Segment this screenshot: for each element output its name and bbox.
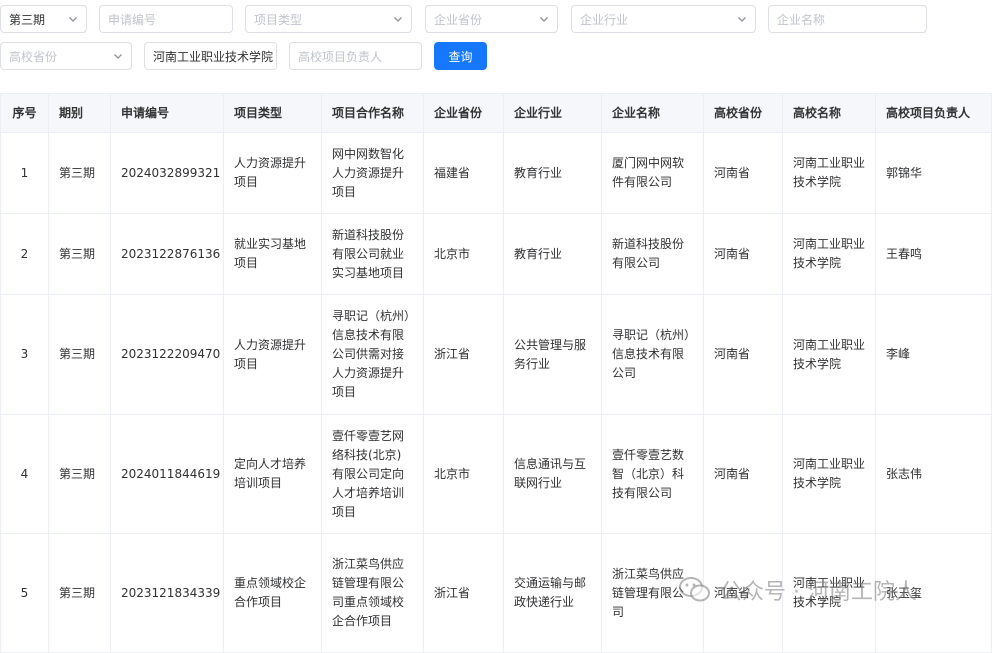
cell-project-name: 浙江菜鸟供应链管理有限公司重点领域校企合作项目 bbox=[321, 533, 424, 653]
cell-application-no: 2023121834339 bbox=[110, 533, 224, 653]
column-header-school-leader[interactable]: 高校项目负责人 bbox=[875, 93, 992, 133]
cell-project-type: 定向人才培养培训项目 bbox=[223, 414, 322, 534]
school-name-value: 河南工业职业技术学院 bbox=[153, 49, 274, 64]
company-province-select[interactable]: 企业省份 bbox=[425, 5, 558, 33]
results-table: 序号 期别 申请编号 项目类型 项目合作名称 企业省份 企业行业 企业名称 高校… bbox=[0, 93, 992, 653]
cell-school-leader: 郭锦华 bbox=[875, 132, 992, 214]
query-button[interactable]: 查询 bbox=[434, 42, 487, 70]
cell-project-name: 壹仟零壹艺网络科技(北京)有限公司定向人才培养培训项目 bbox=[321, 414, 424, 534]
cell-school-province: 河南省 bbox=[703, 132, 783, 214]
cell-company-industry: 信息通讯与互联网行业 bbox=[503, 414, 602, 534]
application-no-placeholder: 申请编号 bbox=[108, 12, 157, 27]
cell-project-name: 新道科技股份有限公司就业实习基地项目 bbox=[321, 213, 424, 295]
cell-school-province: 河南省 bbox=[703, 414, 783, 534]
cell-index: 3 bbox=[0, 294, 49, 415]
cell-company-industry: 教育行业 bbox=[503, 132, 602, 214]
cell-school-leader: 王春鸣 bbox=[875, 213, 992, 295]
cell-school-name: 河南工业职业技术学院 bbox=[782, 533, 876, 653]
cell-project-type: 就业实习基地项目 bbox=[223, 213, 322, 295]
cell-school-name: 河南工业职业技术学院 bbox=[782, 132, 876, 214]
column-header-company-industry[interactable]: 企业行业 bbox=[503, 93, 602, 133]
cell-company-name: 寻职记（杭州）信息技术有限公司 bbox=[601, 294, 704, 415]
cell-company-province: 福建省 bbox=[423, 132, 504, 214]
cell-company-name: 厦门网中网软件有限公司 bbox=[601, 132, 704, 214]
column-header-company-province[interactable]: 企业省份 bbox=[423, 93, 504, 133]
cell-company-industry: 教育行业 bbox=[503, 213, 602, 295]
cell-period: 第三期 bbox=[48, 533, 111, 653]
cell-school-province: 河南省 bbox=[703, 294, 783, 415]
school-province-placeholder: 高校省份 bbox=[9, 49, 58, 64]
cell-school-province: 河南省 bbox=[703, 533, 783, 653]
cell-project-type: 人力资源提升项目 bbox=[223, 294, 322, 415]
company-province-placeholder: 企业省份 bbox=[434, 12, 483, 27]
cell-school-name: 河南工业职业技术学院 bbox=[782, 213, 876, 295]
cell-application-no: 2024011844619 bbox=[110, 414, 224, 534]
cell-company-province: 北京市 bbox=[423, 213, 504, 295]
chevron-down-icon bbox=[737, 14, 747, 24]
cell-company-province: 浙江省 bbox=[423, 533, 504, 653]
cell-index: 1 bbox=[0, 132, 49, 214]
school-leader-placeholder: 高校项目负责人 bbox=[298, 49, 383, 64]
cell-application-no: 2023122876136 bbox=[110, 213, 224, 295]
cell-application-no: 2024032899321 bbox=[110, 132, 224, 214]
table-row[interactable]: 3 第三期 2023122209470 人力资源提升项目 寻职记（杭州）信息技术… bbox=[0, 294, 992, 415]
cell-project-name: 寻职记（杭州）信息技术有限公司供需对接人力资源提升项目 bbox=[321, 294, 424, 415]
chevron-down-icon bbox=[393, 14, 403, 24]
column-header-project-name[interactable]: 项目合作名称 bbox=[321, 93, 424, 133]
company-industry-placeholder: 企业行业 bbox=[580, 12, 629, 27]
cell-company-name: 浙江菜鸟供应链管理有限公司 bbox=[601, 533, 704, 653]
column-header-school-name[interactable]: 高校名称 bbox=[782, 93, 876, 133]
project-type-select[interactable]: 项目类型 bbox=[245, 5, 412, 33]
table-row[interactable]: 4 第三期 2024011844619 定向人才培养培训项目 壹仟零壹艺网络科技… bbox=[0, 414, 992, 534]
cell-company-industry: 交通运输与邮政快递行业 bbox=[503, 533, 602, 653]
table-row[interactable]: 2 第三期 2023122876136 就业实习基地项目 新道科技股份有限公司就… bbox=[0, 213, 992, 295]
cell-index: 4 bbox=[0, 414, 49, 534]
project-type-placeholder: 项目类型 bbox=[254, 12, 303, 27]
cell-school-leader: 李峰 bbox=[875, 294, 992, 415]
cell-project-type: 人力资源提升项目 bbox=[223, 132, 322, 214]
column-header-project-type[interactable]: 项目类型 bbox=[223, 93, 322, 133]
company-name-placeholder: 企业名称 bbox=[777, 12, 826, 27]
column-header-school-province[interactable]: 高校省份 bbox=[703, 93, 783, 133]
cell-project-type: 重点领域校企合作项目 bbox=[223, 533, 322, 653]
company-industry-select[interactable]: 企业行业 bbox=[571, 5, 756, 33]
chevron-down-icon bbox=[68, 14, 78, 24]
cell-company-name: 新道科技股份有限公司 bbox=[601, 213, 704, 295]
cell-index: 2 bbox=[0, 213, 49, 295]
period-select-value: 第三期 bbox=[9, 12, 46, 27]
company-name-input[interactable]: 企业名称 bbox=[768, 5, 927, 33]
column-header-index[interactable]: 序号 bbox=[0, 93, 49, 133]
table-header-row: 序号 期别 申请编号 项目类型 项目合作名称 企业省份 企业行业 企业名称 高校… bbox=[0, 93, 992, 133]
table-row[interactable]: 1 第三期 2024032899321 人力资源提升项目 网中网数智化人力资源提… bbox=[0, 132, 992, 214]
application-no-input[interactable]: 申请编号 bbox=[99, 5, 233, 33]
cell-period: 第三期 bbox=[48, 132, 111, 214]
cell-school-province: 河南省 bbox=[703, 213, 783, 295]
cell-company-province: 北京市 bbox=[423, 414, 504, 534]
cell-period: 第三期 bbox=[48, 414, 111, 534]
cell-school-name: 河南工业职业技术学院 bbox=[782, 294, 876, 415]
cell-period: 第三期 bbox=[48, 294, 111, 415]
cell-application-no: 2023122209470 bbox=[110, 294, 224, 415]
cell-company-province: 浙江省 bbox=[423, 294, 504, 415]
cell-company-name: 壹仟零壹艺数智（北京）科技有限公司 bbox=[601, 414, 704, 534]
column-header-application-no[interactable]: 申请编号 bbox=[110, 93, 224, 133]
cell-period: 第三期 bbox=[48, 213, 111, 295]
cell-school-name: 河南工业职业技术学院 bbox=[782, 414, 876, 534]
chevron-down-icon bbox=[113, 51, 123, 61]
cell-company-industry: 公共管理与服务行业 bbox=[503, 294, 602, 415]
cell-index: 5 bbox=[0, 533, 49, 653]
cell-school-leader: 张玉玺 bbox=[875, 533, 992, 653]
school-leader-input[interactable]: 高校项目负责人 bbox=[289, 42, 422, 70]
column-header-period[interactable]: 期别 bbox=[48, 93, 111, 133]
school-name-input[interactable]: 河南工业职业技术学院 bbox=[144, 42, 277, 70]
chevron-down-icon bbox=[539, 14, 549, 24]
table-row[interactable]: 5 第三期 2023121834339 重点领域校企合作项目 浙江菜鸟供应链管理… bbox=[0, 533, 992, 653]
cell-school-leader: 张志伟 bbox=[875, 414, 992, 534]
cell-project-name: 网中网数智化人力资源提升项目 bbox=[321, 132, 424, 214]
column-header-company-name[interactable]: 企业名称 bbox=[601, 93, 704, 133]
period-select[interactable]: 第三期 bbox=[0, 5, 87, 33]
school-province-select[interactable]: 高校省份 bbox=[0, 42, 132, 70]
